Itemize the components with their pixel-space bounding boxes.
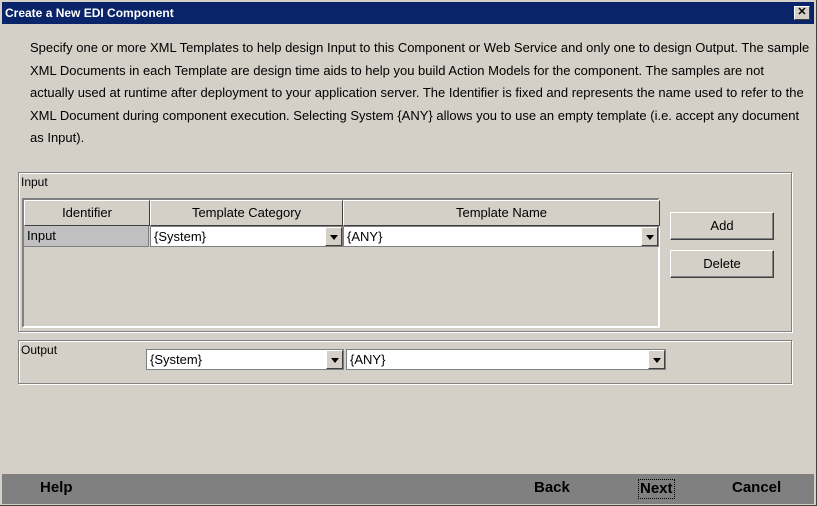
column-header-template-name[interactable]: Template Name	[343, 200, 660, 226]
table-header: Identifier Template Category Template Na…	[24, 200, 660, 227]
cancel-button[interactable]: Cancel	[732, 474, 781, 504]
title-bar: Create a New EDI Component ✕	[2, 2, 814, 24]
template-category-value: {System}	[154, 229, 207, 244]
output-group-label: Output	[21, 343, 58, 357]
chevron-down-icon[interactable]	[326, 350, 343, 369]
template-name-select[interactable]: {ANY}	[343, 226, 659, 247]
window-title: Create a New EDI Component	[5, 6, 174, 20]
identifier-cell[interactable]: Input	[24, 226, 149, 247]
delete-button[interactable]: Delete	[670, 250, 774, 278]
column-header-template-category[interactable]: Template Category	[150, 200, 343, 226]
input-group-label: Input	[21, 175, 48, 189]
output-category-select[interactable]: {System}	[146, 349, 344, 370]
input-template-table: Identifier Template Category Template Na…	[22, 198, 660, 328]
add-button[interactable]: Add	[670, 212, 774, 240]
footer-bar: Help Back Next Cancel	[2, 474, 814, 504]
chevron-down-icon[interactable]	[641, 227, 658, 246]
back-button[interactable]: Back	[534, 474, 570, 504]
template-category-select[interactable]: {System}	[150, 226, 343, 247]
help-button[interactable]: Help	[40, 474, 73, 504]
column-header-identifier[interactable]: Identifier	[24, 200, 150, 226]
output-category-value: {System}	[150, 352, 203, 367]
output-name-select[interactable]: {ANY}	[346, 349, 666, 370]
dialog-window: Create a New EDI Component ✕ Specify one…	[0, 0, 817, 506]
table-row[interactable]: Input {System} {ANY}	[24, 226, 660, 247]
output-name-value: {ANY}	[350, 352, 386, 367]
close-icon[interactable]: ✕	[794, 6, 810, 20]
template-name-value: {ANY}	[347, 229, 383, 244]
next-button[interactable]: Next	[638, 479, 675, 499]
description-text: Specify one or more XML Templates to hel…	[30, 40, 810, 146]
chevron-down-icon[interactable]	[648, 350, 665, 369]
chevron-down-icon[interactable]	[325, 227, 342, 246]
